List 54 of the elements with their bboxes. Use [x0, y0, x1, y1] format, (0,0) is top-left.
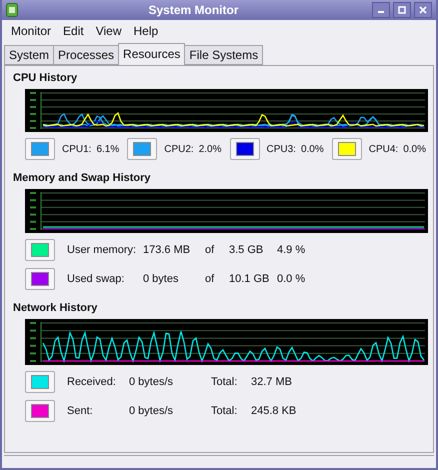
color-swatch-button[interactable] [25, 268, 55, 290]
legend-text: 32.7 MB [251, 376, 293, 388]
tab[interactable]: System [4, 45, 54, 65]
legend-text: 0 bytes/s [129, 376, 174, 388]
legend-text: Received: [67, 376, 117, 388]
app-icon [6, 3, 18, 17]
menu-item[interactable]: Monitor [6, 22, 56, 40]
close-button[interactable] [414, 2, 432, 18]
legend-text: 245.8 KB [251, 405, 298, 417]
menu-item[interactable]: View [90, 22, 126, 40]
axis-ticks [30, 322, 42, 362]
legend-text: 0 bytes [143, 273, 180, 285]
legend-text: User memory: [67, 244, 137, 256]
legend-text: 0.0% [403, 144, 426, 154]
legend-text: 0 bytes/s [129, 405, 174, 417]
legend-text: Total: [211, 405, 238, 417]
color-swatch-button[interactable] [25, 239, 55, 261]
legend-text: CPU2: [164, 144, 194, 154]
color-swatch-button[interactable] [25, 371, 55, 393]
axis-ticks [30, 192, 42, 230]
window-title: System Monitor [147, 3, 240, 17]
menu-item[interactable]: Edit [58, 22, 89, 40]
legend-text: 0.0% [300, 144, 324, 154]
legend-text: CPU3: [266, 144, 296, 154]
legend-text: CPU1: [62, 144, 92, 154]
color-swatch-button[interactable] [230, 138, 260, 160]
legend-text: 4.9 % [277, 244, 306, 256]
legend-text: 6.1% [96, 144, 120, 154]
color-swatch-button[interactable] [332, 138, 362, 160]
legend-text: 3.5 GB [229, 244, 264, 256]
tab[interactable]: File Systems [184, 45, 264, 65]
maximize-icon [398, 6, 406, 14]
color-swatch-button[interactable] [127, 138, 158, 160]
legend-text: Sent: [67, 405, 94, 417]
minimize-button[interactable] [372, 2, 390, 18]
legend-text: of [205, 244, 216, 256]
legend-text: of [205, 273, 216, 285]
legend-text: 2.0% [198, 144, 222, 154]
menu-item[interactable]: Help [128, 22, 164, 40]
close-icon [419, 6, 427, 14]
legend-text: Used swap: [67, 273, 126, 285]
maximize-button[interactable] [393, 2, 411, 18]
section-title: CPU History [13, 72, 78, 84]
tab[interactable]: Processes [53, 45, 120, 65]
section-title: Memory and Swap History [13, 172, 152, 184]
legend-text: 0.0 % [277, 273, 306, 285]
axis-ticks [30, 92, 42, 130]
legend-text: CPU4: [368, 144, 398, 154]
section-title: Network History [13, 302, 98, 314]
color-swatch-button[interactable] [25, 400, 55, 422]
legend-text: 10.1 GB [229, 273, 270, 285]
legend-text: Total: [211, 376, 238, 388]
color-swatch-button[interactable] [25, 138, 55, 160]
legend-text: 173.6 MB [143, 244, 192, 256]
